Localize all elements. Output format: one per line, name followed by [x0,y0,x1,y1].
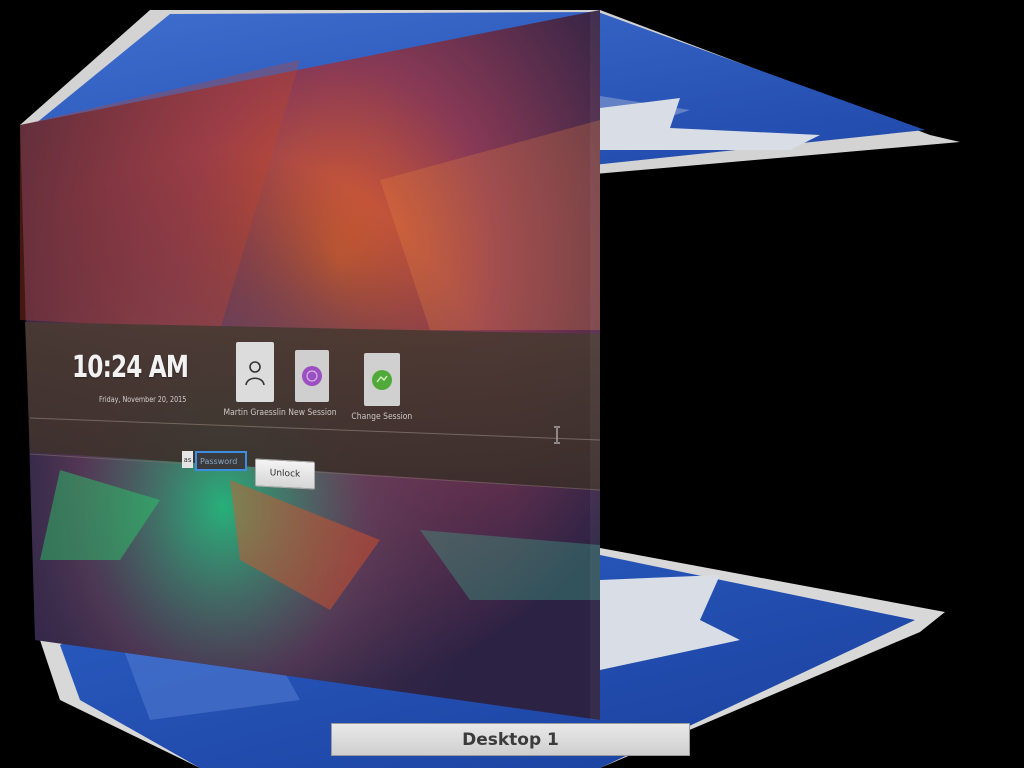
desktop-name-label: Desktop 1 [331,723,690,756]
session-tile-new-session[interactable]: New Session [284,350,341,418]
session-tile-label: Martin Graesslin [223,408,286,418]
change-session-icon [363,353,400,406]
user-icon [235,342,274,402]
unlock-button[interactable]: Unlock [255,458,315,490]
session-tile-user[interactable]: Martin Graesslin [218,342,291,418]
as-label: as [182,451,193,468]
clock-date: Friday, November 20, 2015 [99,395,187,404]
password-field[interactable] [195,451,247,471]
session-tile-change-session[interactable]: Change Session [346,353,418,422]
text-cursor-icon [554,426,560,444]
new-session-icon [295,350,330,402]
desktop-cube-effect: 10:24 AM Friday, November 20, 2015 Marti… [0,0,1024,768]
session-tile-label: Change Session [351,412,413,422]
session-tile-label: New Session [288,408,337,418]
clock-time: 10:24 AM [72,350,189,385]
